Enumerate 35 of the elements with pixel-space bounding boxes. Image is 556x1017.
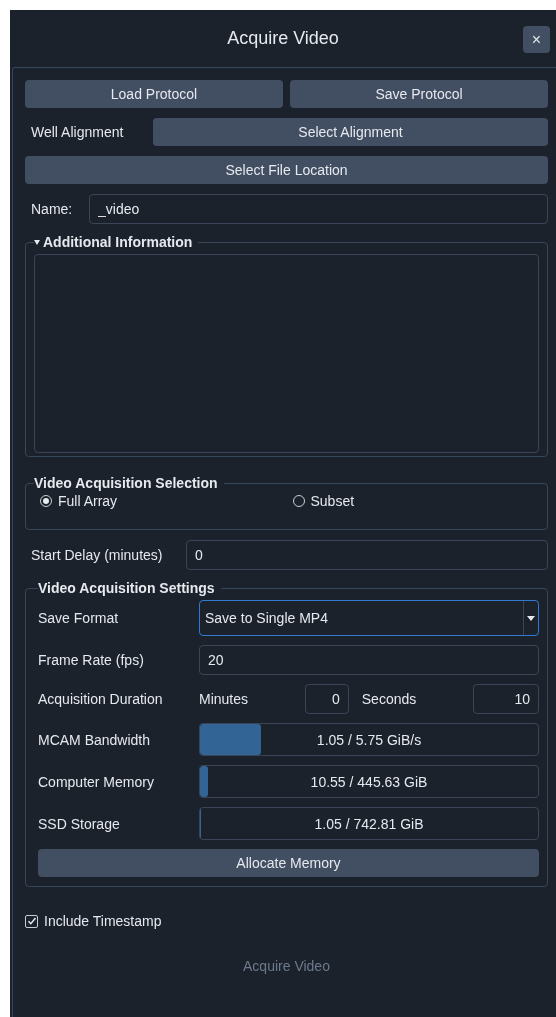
- group-title: Video Acquisition Selection: [34, 475, 218, 491]
- meter-label: SSD Storage: [38, 815, 121, 832]
- frame-rate-field[interactable]: 20: [199, 645, 539, 675]
- group-title: Video Acquisition Settings: [38, 580, 215, 596]
- include-timestamp-checkbox[interactable]: Include Timestamp: [25, 913, 162, 929]
- additional-information-toggle[interactable]: Additional Information: [34, 234, 193, 250]
- minutes-field[interactable]: 0: [304, 684, 349, 714]
- name-label: Name:: [30, 201, 74, 217]
- select-file-location-button[interactable]: Select File Location: [25, 156, 548, 184]
- name-field[interactable]: _video: [89, 194, 548, 224]
- acquisition-duration-label: Acquisition Duration: [38, 691, 164, 707]
- seconds-label: Seconds: [361, 691, 417, 707]
- well-alignment-label: Well Alignment: [30, 124, 125, 140]
- meter-reading: 1.05 / 742.81 GiB: [314, 815, 424, 832]
- minutes-label: Minutes: [199, 691, 249, 707]
- allocate-memory-button[interactable]: Allocate Memory: [38, 849, 539, 877]
- radio-option[interactable]: Subset: [292, 493, 355, 509]
- radio-option[interactable]: Full Array: [40, 493, 118, 509]
- start-delay-field[interactable]: 0: [186, 540, 548, 570]
- protocol-button[interactable]: Save Protocol: [290, 80, 548, 108]
- window-title: Acquire Video: [227, 28, 339, 49]
- meter-label: MCAM Bandwidth: [38, 731, 152, 748]
- seconds-field[interactable]: 10: [473, 684, 539, 714]
- save-format-dropdown[interactable]: Save to Single MP4: [199, 600, 539, 636]
- protocol-button[interactable]: Load Protocol: [25, 80, 283, 108]
- caret-icon: [527, 615, 535, 621]
- start-delay-label: Start Delay (minutes): [30, 547, 164, 563]
- select-alignment-button[interactable]: Select Alignment: [153, 118, 548, 146]
- meter-reading: 1.05 / 5.75 GiB/s: [316, 731, 422, 748]
- frame-rate-label: Frame Rate (fps): [38, 652, 145, 668]
- meter-reading: 10.55 / 445.63 GiB: [310, 773, 428, 790]
- check-icon: [26, 916, 37, 926]
- save-format-label: Save Format: [38, 610, 120, 626]
- close-button[interactable]: ×: [523, 26, 550, 53]
- meter-label: Computer Memory: [38, 773, 155, 790]
